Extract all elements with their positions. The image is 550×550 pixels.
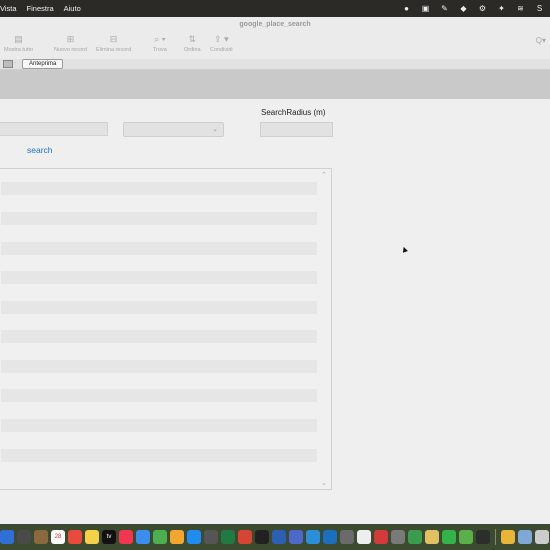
skype-icon[interactable]: S: [535, 4, 544, 13]
dock-app-20[interactable]: [323, 530, 337, 544]
share-label: Condividi: [210, 47, 233, 53]
dock-app-16[interactable]: [255, 530, 269, 544]
show-all-label: Mostra tutto: [4, 47, 34, 53]
dock-app-word[interactable]: [272, 530, 286, 544]
dock-app-3[interactable]: [34, 530, 48, 544]
dock-app-24[interactable]: [391, 530, 405, 544]
sort-label: Ordina: [184, 47, 201, 53]
dock-app-32[interactable]: [535, 530, 549, 544]
shield-icon[interactable]: ◆: [459, 4, 468, 13]
sort-button[interactable]: ⇅ Ordina: [184, 34, 201, 53]
query-field[interactable]: [0, 122, 108, 136]
list-item[interactable]: [1, 271, 317, 284]
records-icon: ▤: [14, 34, 23, 44]
dock-app-28[interactable]: [459, 530, 473, 544]
record-icon[interactable]: ●: [402, 4, 411, 13]
new-record-button[interactable]: ⊞ Nuovo record: [54, 34, 87, 53]
gear-icon[interactable]: ⚙: [478, 4, 487, 13]
sort-icon: ⇅: [188, 34, 197, 44]
menu-aiuto[interactable]: Aiuto: [64, 4, 81, 13]
list-item[interactable]: [1, 360, 317, 373]
layout-body: SearchRadius (m) ⌄ search ⌃ ⌄: [0, 99, 550, 524]
list-item[interactable]: [1, 419, 317, 432]
new-record-icon: ⊞: [66, 34, 75, 44]
dock-app-2[interactable]: [17, 530, 31, 544]
calendar-icon[interactable]: ▣: [421, 4, 430, 13]
dock-app-18[interactable]: [289, 530, 303, 544]
menu-bar: Vista Finestra Aiuto ● ▣ ✎ ◆ ⚙ ✦ ≋ S: [0, 0, 550, 17]
new-record-label: Nuovo record: [54, 47, 88, 53]
dock-app-9[interactable]: [136, 530, 150, 544]
list-item[interactable]: [1, 389, 317, 402]
wifi-icon[interactable]: ≋: [516, 4, 525, 13]
window-title: google_place_search: [239, 21, 311, 28]
dock-app-tv[interactable]: tv: [102, 530, 116, 544]
pen-icon[interactable]: ✎: [440, 4, 449, 13]
menu-items: Vista Finestra Aiuto: [0, 4, 81, 13]
dock-app-31[interactable]: [518, 530, 532, 544]
delete-record-icon: ⊟: [109, 34, 118, 44]
menu-finestra[interactable]: Finestra: [27, 4, 54, 13]
dock: 28 tv: [0, 524, 550, 550]
help-icon[interactable]: Q▾: [536, 36, 546, 45]
dock-app-29[interactable]: [476, 530, 490, 544]
list-item[interactable]: [1, 449, 317, 462]
list-item[interactable]: [1, 301, 317, 314]
dock-app-music[interactable]: [119, 530, 133, 544]
list-item[interactable]: [1, 212, 317, 225]
find-label: Trova: [153, 47, 167, 53]
status-icons: ● ▣ ✎ ◆ ⚙ ✦ ≋ S: [402, 0, 544, 17]
list-item[interactable]: [1, 330, 317, 343]
find-button[interactable]: ⌕ ▾ Trova: [153, 34, 167, 53]
dock-app-1[interactable]: [0, 530, 14, 544]
show-all-button[interactable]: ▤ Mostra tutto: [4, 34, 33, 53]
layout-menu-icon[interactable]: ·: [14, 60, 16, 66]
menu-vista[interactable]: Vista: [0, 4, 17, 13]
dock-app-23[interactable]: [374, 530, 388, 544]
scroll-down-icon[interactable]: ⌄: [321, 479, 327, 487]
dock-app-11[interactable]: [170, 530, 184, 544]
search-icon: ⌕ ▾: [154, 34, 166, 44]
list-item[interactable]: [1, 242, 317, 255]
share-button[interactable]: ⇪ ▾ Condividi: [210, 34, 233, 53]
delete-record-label: Elimina record: [96, 47, 132, 53]
dock-app-6[interactable]: [85, 530, 99, 544]
dock-app-excel[interactable]: [221, 530, 235, 544]
dock-app-25[interactable]: [408, 530, 422, 544]
search-button[interactable]: search: [27, 145, 53, 155]
results-portal[interactable]: ⌃ ⌄: [0, 168, 332, 490]
share-icon: ⇪ ▾: [214, 34, 229, 44]
type-select[interactable]: ⌄: [123, 122, 224, 137]
search-radius-label: SearchRadius (m): [261, 108, 326, 117]
window-toolbar: google_place_search ▤ Mostra tutto ⊞ Nuo…: [0, 17, 550, 60]
dock-app-26[interactable]: [425, 530, 439, 544]
dock-app-15[interactable]: [238, 530, 252, 544]
layout-bar: · Anteprima: [0, 59, 550, 70]
dropbox-icon[interactable]: ✦: [497, 4, 506, 13]
dock-app-22[interactable]: [357, 530, 371, 544]
chevron-down-icon: ⌄: [212, 126, 218, 133]
dock-app-19[interactable]: [306, 530, 320, 544]
dock-app-10[interactable]: [153, 530, 167, 544]
dock-app-21[interactable]: [340, 530, 354, 544]
dock-app-5[interactable]: [68, 530, 82, 544]
dock-app-chrome[interactable]: [501, 530, 515, 544]
dock-app-calendar[interactable]: 28: [51, 530, 65, 544]
dock-app-appstore[interactable]: [187, 530, 201, 544]
delete-record-button[interactable]: ⊟ Elimina record: [96, 34, 131, 53]
preview-button[interactable]: Anteprima: [22, 59, 64, 69]
list-item[interactable]: [1, 182, 317, 195]
dock-app-whatsapp[interactable]: [442, 530, 456, 544]
layout-icon[interactable]: [3, 60, 13, 68]
scroll-up-icon[interactable]: ⌃: [321, 171, 327, 179]
dock-app-13[interactable]: [204, 530, 218, 544]
dock-separator: [495, 529, 496, 545]
layout-header: [0, 70, 550, 99]
search-radius-field[interactable]: [260, 122, 333, 137]
